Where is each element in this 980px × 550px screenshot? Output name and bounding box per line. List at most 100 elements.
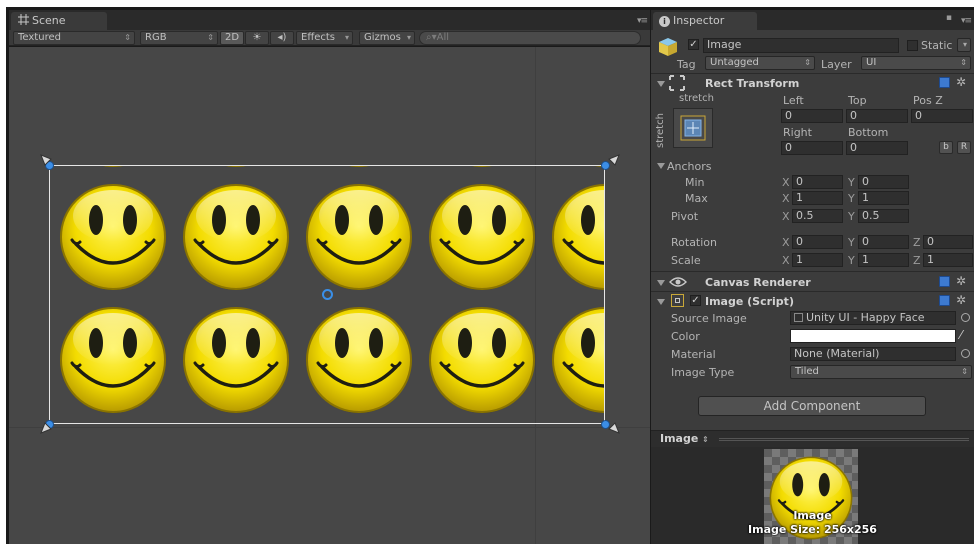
posz-value: 0 [915,109,922,122]
top-label: Top [848,94,867,107]
layer-dropdown[interactable]: UI ⇕ [861,56,971,70]
lock-icon[interactable]: ▪ [946,13,952,23]
foldout-arrow-icon[interactable] [657,81,665,87]
search-icon: ⌕▾ [426,32,437,43]
active-checkbox[interactable]: ✓ [688,39,699,50]
help-book-icon[interactable] [939,276,950,287]
right-label: Right [783,126,812,139]
draw-mode-dropdown[interactable]: Textured ⇕ [13,31,135,45]
static-checkbox[interactable] [907,40,918,51]
object-name-field[interactable]: Image [703,38,899,53]
bottom-value: 0 [850,141,857,154]
tag-value: Untagged [710,57,759,68]
add-component-button[interactable]: Add Component [698,396,926,416]
help-book-icon[interactable] [939,295,950,306]
scale-y-field[interactable]: 1 [858,253,909,267]
gameobject-cube-icon [659,38,677,56]
anchor-bottom-left-icon[interactable] [39,421,53,435]
rect-transform-title: Rect Transform [705,77,800,90]
scene-tab-label: Scene [32,14,66,27]
anchor-bottom-right-icon[interactable] [607,421,621,435]
pivot-handle[interactable] [322,289,333,300]
gear-icon[interactable]: ✲ [956,76,966,88]
source-image-field[interactable]: Unity UI - Happy Face [790,311,956,325]
anchor-max-x-value: 1 [796,191,803,204]
top-field[interactable]: 0 [846,109,908,123]
inspector-tab-menu-icon[interactable]: ▾≡ [961,16,972,26]
rotation-z-field[interactable]: 0 [923,235,973,249]
preview-title: Image [660,432,699,445]
scene-tab-menu-icon[interactable]: ▾≡ [637,16,648,26]
y-label: Y [848,210,855,223]
foldout-arrow-icon[interactable] [657,299,665,305]
preview-image-size: Image Size: 256x256 [748,523,877,536]
foldout-arrow-icon[interactable] [657,280,665,286]
static-label: Static [921,39,953,52]
anchor-presets-button[interactable] [673,108,713,148]
audio-toggle[interactable]: ◂) [270,31,294,45]
material-field[interactable]: None (Material) [790,347,956,361]
x-label: X [782,210,790,223]
right-field[interactable]: 0 [781,141,843,155]
inspector-panel: i Inspector ▪ ▾≡ ✓ Image Static ▾ Tag Unt… [651,10,974,544]
scene-tab-bar: Scene ▾≡ [9,10,650,30]
left-field[interactable]: 0 [781,109,843,123]
z-label: Z [913,254,921,267]
bottom-field[interactable]: 0 [846,141,908,155]
anchor-min-y-field[interactable]: 0 [858,175,909,189]
anchor-top-right-icon[interactable] [607,153,621,167]
preview-dropdown[interactable]: Image ⇕ [660,432,709,445]
scene-search-input[interactable]: ⌕▾All [419,31,641,45]
chevron-down-icon: ▾ [962,40,967,49]
eyedropper-icon[interactable]: ⁄ [960,329,962,341]
gizmos-dropdown[interactable]: Gizmos ▾ [359,31,415,45]
image-type-dropdown[interactable]: Tiled ⇕ [790,365,972,379]
anchor-max-y-field[interactable]: 1 [858,191,909,205]
preview-image-name: Image [793,509,832,522]
left-value: 0 [785,109,792,122]
rotation-x-field[interactable]: 0 [792,235,843,249]
help-book-icon[interactable] [939,77,950,88]
left-label: Left [783,94,804,107]
static-dropdown[interactable]: ▾ [957,38,971,52]
top-value: 0 [850,109,857,122]
gear-icon[interactable]: ✲ [956,275,966,287]
anchor-min-x-value: 0 [796,175,803,188]
anchors-label: Anchors [667,160,712,173]
image-enabled-checkbox[interactable]: ✓ [690,295,701,306]
divider [651,291,974,292]
gear-icon[interactable]: ✲ [956,294,966,306]
material-value: None (Material) [794,347,880,360]
pivot-y-field[interactable]: 0.5 [858,209,909,223]
anchor-min-x-field[interactable]: 0 [792,175,843,189]
blueprint-mode-button[interactable]: b [939,141,953,154]
grid-line [9,427,650,428]
raw-edit-mode-button[interactable]: R [957,141,971,154]
effects-dropdown[interactable]: Effects ▾ [296,31,353,45]
scene-viewport[interactable] [9,47,650,544]
anchor-max-x-field[interactable]: 1 [792,191,843,205]
tag-dropdown[interactable]: Untagged ⇕ [705,56,815,70]
rotation-y-field[interactable]: 0 [858,235,909,249]
y-label: Y [848,192,855,205]
posz-label: Pos Z [913,94,943,107]
sprite-icon [794,313,803,322]
object-picker-icon[interactable] [961,349,970,358]
pivot-x-field[interactable]: 0.5 [792,209,843,223]
anchor-top-left-icon[interactable] [39,153,53,167]
preview-drag-handle[interactable] [719,438,969,441]
posz-field[interactable]: 0 [911,109,973,123]
object-picker-icon[interactable] [961,313,970,322]
color-swatch[interactable] [790,329,956,343]
anchor-min-label: Min [685,176,705,189]
sun-icon: ☀ [252,32,262,43]
tab-scene[interactable]: Scene [11,12,107,30]
2d-mode-toggle[interactable]: 2D [220,31,244,45]
lighting-toggle[interactable]: ☀ [245,31,269,45]
tab-inspector[interactable]: i Inspector [653,12,757,30]
scale-z-field[interactable]: 1 [923,253,973,267]
pivot-label: Pivot [671,210,699,223]
anchors-foldout-arrow-icon[interactable] [657,163,665,169]
scale-x-field[interactable]: 1 [792,253,843,267]
render-mode-dropdown[interactable]: RGB ⇕ [140,31,218,45]
